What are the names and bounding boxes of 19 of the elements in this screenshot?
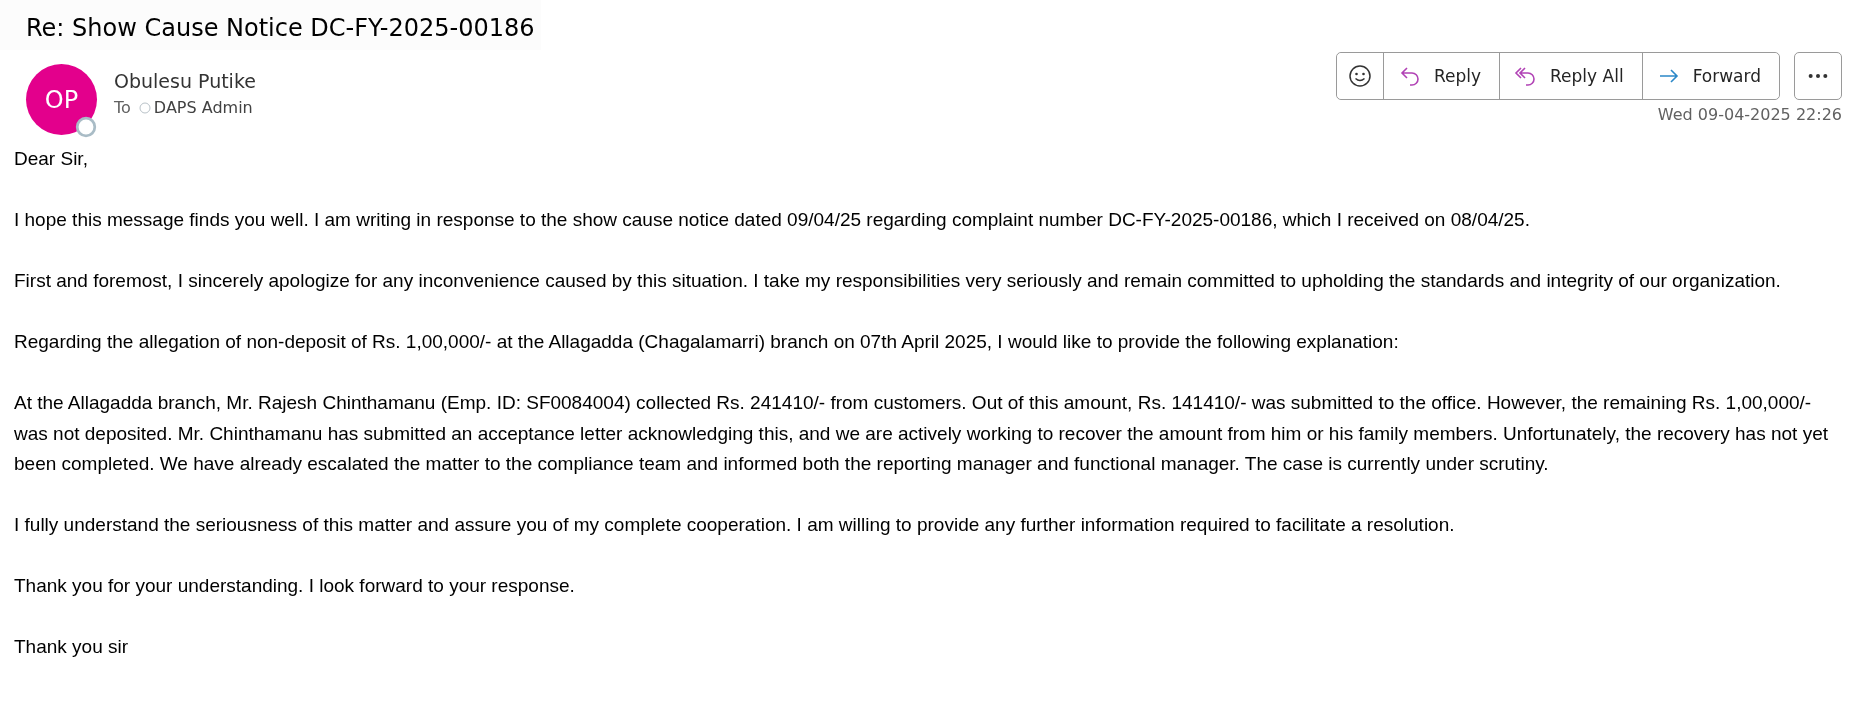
body-paragraph: Regarding the allegation of non-deposit of Rs. 1,00,000/- at the Allagadda (Chagalamarri) branch on 07th April 2025, I would like to provide the following explanation: (14, 330, 1400, 354)
sender-name: Obulesu Putike (114, 70, 256, 92)
more-options-button[interactable] (1794, 52, 1842, 100)
to-label: To (114, 98, 131, 117)
body-paragraph: I fully understand the seriousness of this matter and assure you of my complete cooperation. I am willing to provide any further information required to facilitate a resolution. (14, 513, 1456, 537)
forward-button[interactable]: Forward (1641, 53, 1779, 99)
body-paragraph: At the Allagadda branch, Mr. Rajesh Chinthamanu (Emp. ID: SF0084004) collected Rs. 241410/- from customers. Out of this amount, Rs. 141410/- was submitted to the office. However, the remaining Rs. 1,00,000/- was not deposited. Mr. Chinthamanu has submitted an acceptance letter acknowledging this, and we are actively working to recover the amount from him or his family members. Unfortunately, the recovery has not yet been completed. We have already escalated the matter to the compliance team and informed both the reporting manager and functional manager. The case is currently under scrutiny. (14, 391, 1829, 476)
body-paragraph: Thank you sir (14, 635, 130, 659)
recipient-name[interactable]: DAPS Admin (153, 98, 253, 117)
presence-status-icon (75, 116, 97, 138)
body-paragraph: I hope this message finds you well. I am writing in response to the show cause notice dated 09/04/25 regarding complaint number DC-FY-2025-00186, which I received on 08/04/25. (14, 208, 1531, 232)
more-icon (1807, 73, 1829, 79)
sender-avatar: OP (26, 64, 97, 135)
smiley-icon (1347, 64, 1372, 88)
body-paragraph: Dear Sir, (14, 147, 89, 171)
body-paragraph: First and foremost, I sincerely apologize for any inconvenience caused by this situation. I take my responsibilities very seriously and remain committed to upholding the standards and integrity of our organization. (14, 269, 1782, 293)
sent-timestamp: Wed 09-04-2025 22:26 (1657, 105, 1842, 124)
recipient-status-icon (138, 101, 151, 114)
body-paragraph: Thank you for your understanding. I look forward to your response. (14, 574, 576, 598)
